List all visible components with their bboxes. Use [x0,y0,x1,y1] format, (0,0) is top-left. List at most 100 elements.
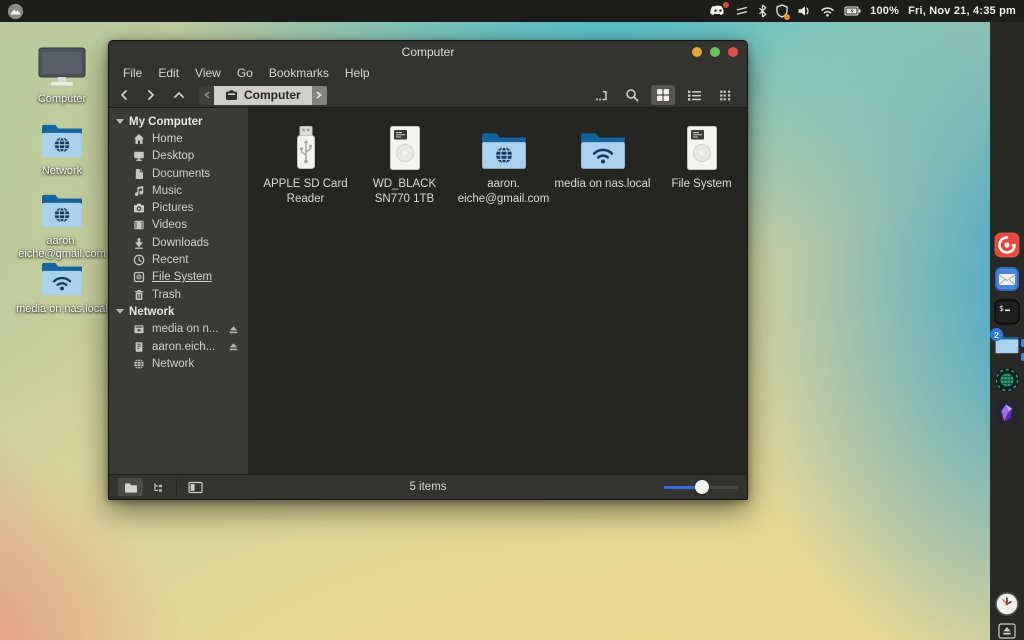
sidebar-item-videos[interactable]: Videos [109,217,248,234]
window-count-badge: 2 [990,328,1003,341]
sphere-app-icon[interactable] [994,367,1020,393]
tree-view-button[interactable] [152,481,165,494]
distro-logo-icon [7,3,24,20]
file-manager-dock-icon[interactable]: 2 [994,333,1020,359]
desktop-icon-label: Computer [38,93,86,106]
compact-view-button[interactable] [713,85,737,105]
usb-drive-icon [292,124,320,172]
icon-view-button[interactable] [651,85,675,105]
download-arrow-icon [133,237,145,249]
desktop-icon-computer[interactable]: Computer [14,46,110,106]
sidebar-section-network[interactable]: Network [109,303,248,320]
folder-icon [124,482,138,493]
open-location-button[interactable] [589,85,613,105]
remote-drive-icon [133,323,145,335]
breadcrumb-computer-button[interactable]: Computer [214,86,312,105]
sidebar-item-gmail-account[interactable]: aaron.eich... [109,338,248,355]
desktop-icon-gmail-folder[interactable]: aaron. eiche@gmail.com [14,192,110,261]
bluetooth-tray-icon[interactable] [758,4,767,18]
discord-tray-icon[interactable] [710,5,726,17]
zoom-slider[interactable] [664,480,738,494]
statusbar-separator [176,479,177,495]
list-view-button[interactable] [682,85,706,105]
zoom-slider-knob[interactable] [695,480,709,494]
search-button[interactable] [620,85,644,105]
titlebar[interactable]: Computer [109,41,747,63]
expander-caret-icon[interactable] [116,309,124,314]
folder-view-toggle-button[interactable] [118,478,143,496]
document-icon [133,168,145,180]
breadcrumb-label: Computer [244,88,301,102]
item-count: 5 items [109,481,747,493]
obsidian-app-icon[interactable] [994,400,1020,426]
podcast-app-icon[interactable] [994,232,1020,258]
trash-icon [133,289,145,301]
desktop-icon-nas-folder[interactable]: media on nas.local [14,260,110,316]
camera-icon [133,202,145,214]
menu-bookmarks[interactable]: Bookmarks [261,63,337,83]
menu-help[interactable]: Help [337,63,378,83]
shield-tray-icon[interactable] [776,4,788,18]
menubar: File Edit View Go Bookmarks Help [109,63,747,83]
eject-icon[interactable] [228,324,239,335]
menu-go[interactable]: Go [229,63,261,83]
desktop-icon-label: Network [42,165,82,178]
terminal-app-icon[interactable]: $ [994,299,1020,325]
sidebar-item-music[interactable]: Music [109,182,248,199]
sidebar-item-home[interactable]: Home [109,130,248,147]
file-item-file-system[interactable]: File System [652,120,751,207]
toolbar: Computer [109,83,747,108]
file-view[interactable]: APPLE SD Card Reader WD_BLACK SN770 1TB … [248,108,747,474]
layers-tray-icon[interactable] [735,5,749,17]
sidebar-item-pictures[interactable]: Pictures [109,199,248,216]
sidebar-item-desktop[interactable]: Desktop [109,148,248,165]
file-item-media-on-nas[interactable]: media on nas.local [553,120,652,207]
sidebar-item-media-on-nas[interactable]: media on n... [109,321,248,338]
breadcrumb-next-button[interactable] [312,86,327,105]
sidebar-item-trash[interactable]: Trash [109,286,248,303]
breadcrumb-prev-button[interactable] [199,86,214,105]
sidebar-item-network[interactable]: Network [109,355,248,372]
menu-view[interactable]: View [187,63,229,83]
battery-percent: 100% [870,5,899,17]
sidebar-toggle-button[interactable] [188,481,203,494]
sidebar-section-my-computer[interactable]: My Computer [109,113,248,130]
applications-menu-button[interactable] [7,3,24,20]
breadcrumb: Computer [199,86,327,105]
desktop-icon-label: media on nas.local [16,303,108,316]
up-button[interactable] [173,89,185,101]
eject-icon[interactable] [228,341,239,352]
sidebar-item-file-system[interactable]: File System [109,269,248,286]
sidebar-item-recent[interactable]: Recent [109,251,248,268]
desktop-icon-network[interactable]: Network [14,122,110,178]
svg-text:$: $ [999,304,1004,313]
file-item-apple-sd-card-reader[interactable]: APPLE SD Card Reader [256,120,355,207]
dock: $ 2 [990,22,1024,640]
sidebar-item-documents[interactable]: Documents [109,165,248,182]
maximize-button[interactable] [710,47,720,57]
forward-button[interactable] [146,89,156,101]
menu-edit[interactable]: Edit [150,63,187,83]
back-button[interactable] [119,89,129,101]
file-item-wd-black[interactable]: WD_BLACK SN770 1TB [355,120,454,207]
discord-notification-dot [723,2,729,8]
folder-wifi-icon [39,260,85,298]
volume-tray-icon[interactable] [797,5,811,17]
close-button[interactable] [728,47,738,57]
menu-file[interactable]: File [115,63,150,83]
sidebar-item-downloads[interactable]: Downloads [109,234,248,251]
home-icon [133,133,145,145]
clock-icon [133,254,145,266]
folder-globe-icon [479,130,529,172]
expander-caret-icon[interactable] [116,119,124,124]
file-manager-window: Computer File Edit View Go Bookmarks Hel… [108,40,748,500]
panel-clock[interactable]: Fri, Nov 21, 4:35 pm [908,5,1016,17]
file-item-gmail-folder[interactable]: aaron. eiche@gmail.com [454,120,553,207]
folder-globe-icon [39,192,85,230]
mail-app-icon[interactable] [994,266,1020,292]
eject-applet-icon[interactable] [998,623,1016,639]
minimize-button[interactable] [692,47,702,57]
wifi-tray-icon[interactable] [820,6,835,17]
battery-tray-icon[interactable] [844,6,861,16]
clock-widget[interactable] [994,591,1020,617]
